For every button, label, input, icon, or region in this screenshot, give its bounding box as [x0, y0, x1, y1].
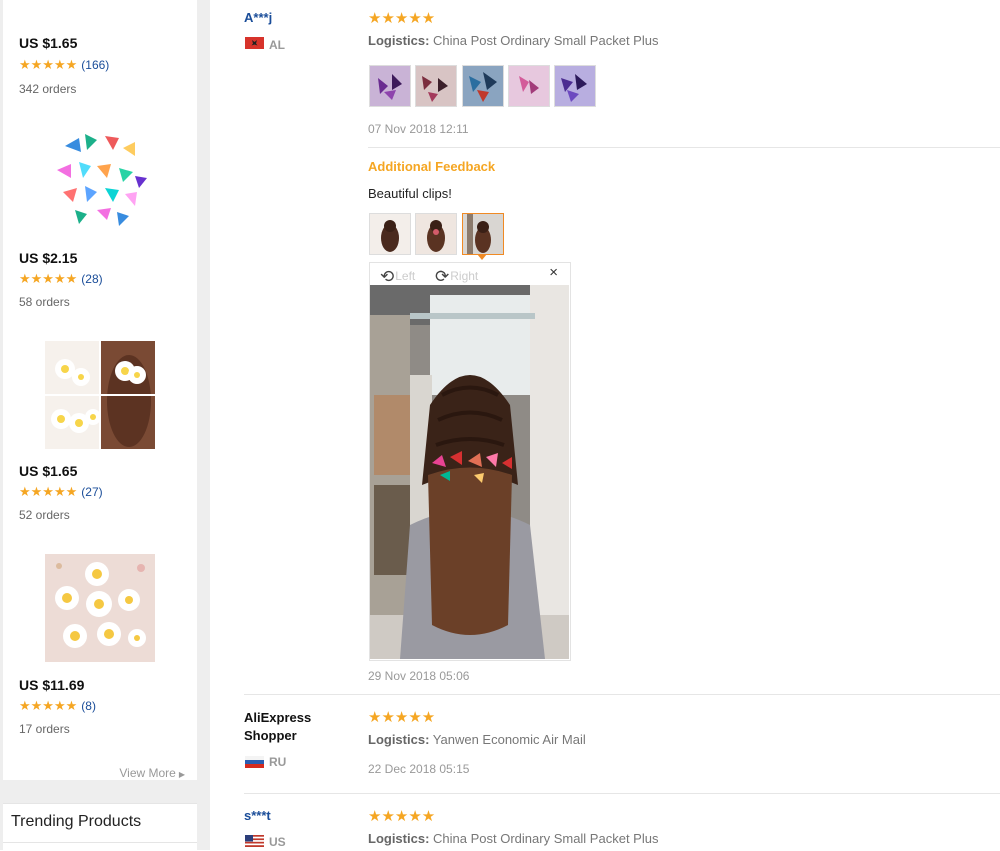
- view-more-link[interactable]: View More ▶: [119, 766, 185, 780]
- rotate-right-label: Right: [450, 269, 479, 283]
- product-card[interactable]: US $2.15 ★★★★★ (28) 58 orders: [3, 126, 197, 336]
- reviewer-name: AliExpress Shopper: [244, 710, 312, 743]
- logistics-value: Yanwen Economic Air Mail: [432, 732, 586, 747]
- product-price: US $1.65: [19, 463, 78, 479]
- review-count-link[interactable]: (166): [81, 58, 109, 72]
- review-photo-thumbnail[interactable]: [462, 65, 504, 107]
- feedback-photo-thumbnail[interactable]: [415, 213, 457, 255]
- product-image[interactable]: [45, 341, 155, 449]
- product-card[interactable]: US $11.69 ★★★★★ (8) 17 orders: [3, 554, 197, 764]
- rotate-left-icon: ⟲: [380, 267, 395, 286]
- additional-feedback-text: Beautiful clips!: [368, 186, 452, 201]
- product-card[interactable]: US $1.65 ★★★★★ (27) 52 orders: [3, 339, 197, 549]
- product-image[interactable]: [45, 554, 155, 662]
- star-icons: ★★★★★: [19, 57, 78, 72]
- caret-right-icon: ▶: [178, 770, 185, 779]
- trending-products-panel: Trending Products: [3, 803, 197, 851]
- rotate-right-icon: ⟳: [435, 267, 450, 286]
- rating-stars: ★★★★★: [368, 808, 436, 825]
- photo-viewer: ⟲Left ⟳Right ×: [369, 262, 571, 661]
- logistics-info: Logistics: China Post Ordinary Small Pac…: [368, 33, 658, 48]
- logistics-label: Logistics:: [368, 732, 430, 747]
- flag-albania-icon: [245, 37, 264, 49]
- rotate-left-button[interactable]: ⟲Left: [380, 265, 416, 286]
- view-more-label: View More: [119, 766, 176, 780]
- review-count-link[interactable]: (27): [81, 485, 102, 499]
- star-icons: ★★★★★: [19, 484, 78, 499]
- rating-stars: ★★★★★: [368, 10, 436, 27]
- star-icons: ★★★★★: [19, 698, 78, 713]
- reviewer-country: RU: [269, 755, 287, 769]
- review-photo-thumbnail[interactable]: [508, 65, 550, 107]
- product-price: US $2.15: [19, 250, 78, 266]
- review-photo-thumbnail[interactable]: [415, 65, 457, 107]
- rotate-left-label: Left: [395, 269, 416, 283]
- logistics-value: China Post Ordinary Small Packet Plus: [433, 33, 659, 48]
- enlarged-review-photo: [370, 285, 569, 659]
- sidebar: US $1.65 ★★★★★ (166) 342 orders US $2.15…: [0, 0, 210, 851]
- reviewer-name[interactable]: s***t: [244, 808, 271, 823]
- logistics-label: Logistics:: [368, 33, 430, 48]
- flag-russia-icon: [245, 756, 264, 768]
- product-rating: ★★★★★ (166): [19, 57, 109, 73]
- divider: [368, 147, 1000, 148]
- selected-caret: [477, 254, 487, 260]
- reviewer-name[interactable]: A***j: [244, 10, 272, 25]
- close-viewer-button[interactable]: ×: [549, 264, 558, 281]
- viewer-toolbar: ⟲Left ⟳Right ×: [370, 263, 570, 286]
- additional-feedback-date: 29 Nov 2018 05:06: [368, 669, 470, 683]
- review-date: 07 Nov 2018 12:11: [368, 122, 469, 136]
- product-orders: 342 orders: [19, 82, 77, 96]
- product-orders: 58 orders: [19, 295, 70, 309]
- logistics-value: China Post Ordinary Small Packet Plus: [433, 831, 659, 846]
- additional-feedback-heading: Additional Feedback: [368, 159, 496, 174]
- reviewer-country: US: [269, 835, 286, 849]
- product-rating: ★★★★★ (28): [19, 271, 103, 287]
- product-orders: 17 orders: [19, 722, 70, 736]
- related-products-panel: US $1.65 ★★★★★ (166) 342 orders US $2.15…: [3, 0, 197, 780]
- feedback-photo-thumbnail[interactable]: [369, 213, 411, 255]
- logistics-info: Logistics: Yanwen Economic Air Mail: [368, 732, 586, 747]
- divider: [244, 694, 1000, 695]
- product-image[interactable]: [45, 126, 155, 234]
- review-date: 22 Dec 2018 05:15: [368, 762, 470, 776]
- rotate-right-button[interactable]: ⟳Right: [435, 265, 479, 286]
- logistics-label: Logistics:: [368, 831, 430, 846]
- flag-us-icon: [245, 835, 264, 847]
- product-price: US $11.69: [19, 677, 85, 693]
- logistics-info: Logistics: China Post Ordinary Small Pac…: [368, 831, 658, 846]
- review-count-link[interactable]: (28): [81, 272, 102, 286]
- divider: [3, 842, 197, 843]
- product-card[interactable]: US $1.65 ★★★★★ (166) 342 orders: [3, 0, 197, 96]
- review-count-link[interactable]: (8): [81, 699, 96, 713]
- reviewer-country: AL: [269, 38, 285, 52]
- divider: [244, 793, 1000, 794]
- review-photo-thumbnail[interactable]: [554, 65, 596, 107]
- product-price: US $1.65: [19, 35, 78, 51]
- trending-title: Trending Products: [11, 813, 142, 830]
- product-rating: ★★★★★ (8): [19, 698, 96, 714]
- product-rating: ★★★★★ (27): [19, 484, 103, 500]
- product-orders: 52 orders: [19, 508, 70, 522]
- feedback-photo-thumbnail-selected[interactable]: [462, 213, 504, 255]
- star-icons: ★★★★★: [19, 271, 78, 286]
- rating-stars: ★★★★★: [368, 709, 436, 726]
- review-photo-thumbnail[interactable]: [369, 65, 411, 107]
